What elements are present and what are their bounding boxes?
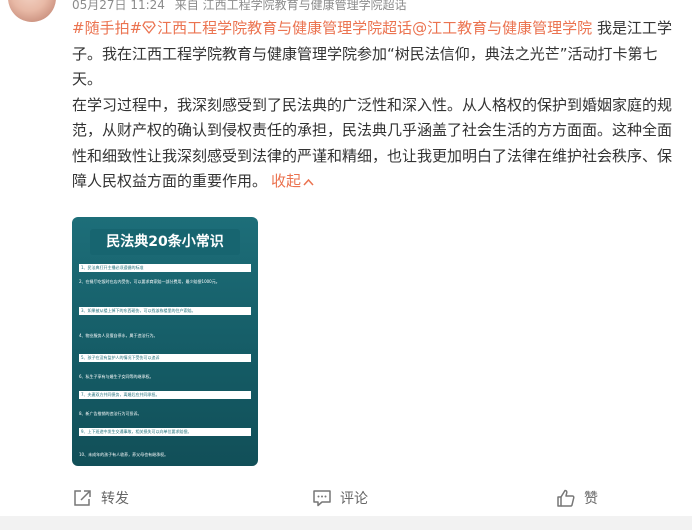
- image-title: 民法典20条小常识: [90, 229, 240, 255]
- comment-button[interactable]: 评论: [312, 488, 368, 508]
- repost-icon: [74, 490, 91, 506]
- comment-icon: [313, 490, 331, 507]
- post-text: #随手拍# 江西工程学院教育与健康管理学院超话@江工教育与健康管理学院 我是江工学…: [72, 16, 682, 195]
- like-label: 赞: [584, 491, 598, 507]
- chevron-up-icon: [303, 178, 314, 186]
- image-rule: 9、上下班途中发生交通事故，相关损失可以向单位要求赔偿。: [79, 428, 251, 436]
- post-paragraph-2: 在学习过程中，我深刻感受到了民法典的广泛性和深入性。从人格权的保护到婚姻家庭的规…: [72, 93, 682, 195]
- collapse-label: 收起: [271, 172, 302, 190]
- section-divider: [0, 516, 692, 530]
- post-text-2: 在学习过程中，我深刻感受到了民法典的广泛性和深入性。从人格权的保护到婚姻家庭的规…: [72, 95, 673, 191]
- image-rule: 6、私生子享有与婚生子女同等的继承权。: [79, 374, 154, 379]
- post-source[interactable]: 来自 江西工程学院教育与健康管理学院超话: [175, 0, 407, 12]
- image-rule: 5、孩子在没有监护人的情况下受伤可以追诉: [79, 354, 251, 362]
- post-paragraph-1: #随手拍# 江西工程学院教育与健康管理学院超话@江工教育与健康管理学院 我是江工学…: [72, 16, 682, 93]
- supertopic-link[interactable]: 江西工程学院教育与健康管理学院超话: [142, 19, 412, 37]
- mention-link[interactable]: @江工教育与健康管理学院: [412, 19, 592, 37]
- post-meta: 05月27日 11:24 来自 江西工程学院教育与健康管理学院超话: [72, 0, 413, 13]
- collapse-button[interactable]: 收起: [271, 172, 314, 190]
- comment-label: 评论: [340, 491, 368, 507]
- thumbs-up-icon: [557, 489, 575, 507]
- supertopic-diamond-icon: [142, 21, 156, 34]
- hashtag-link[interactable]: #随手拍#: [72, 19, 142, 37]
- avatar[interactable]: [8, 0, 56, 22]
- supertopic-label: 江西工程学院教育与健康管理学院超话: [157, 19, 413, 37]
- repost-button[interactable]: 转发: [73, 488, 129, 508]
- image-rule: 4、物业服务人员擅自停水，属于违法行为。: [79, 333, 158, 338]
- image-rule: 2、在餐厅吃饭时在店内受伤，可以要求商家赔一部分费用，最少赔偿1000元。: [79, 279, 220, 284]
- image-rule: 7、夫妻双方共同债务，离婚后应共同承担。: [79, 391, 251, 399]
- image-rule: 1、民法典打开主播必须遵循的标准: [79, 264, 251, 272]
- post-image[interactable]: 民法典20条小常识 1、民法典打开主播必须遵循的标准 2、在餐厅吃饭时在店内受伤…: [72, 217, 258, 466]
- like-button[interactable]: 赞: [556, 488, 598, 508]
- action-bar: 转发 评论 赞: [0, 484, 692, 514]
- image-rule: 3、如果被从楼上掉下的东西砸伤，可以找该栋楼里的住户索赔。: [79, 307, 251, 315]
- image-rule: 8、新广告推销的违法行为可投诉。: [79, 411, 142, 416]
- post-timestamp[interactable]: 05月27日 11:24: [72, 0, 165, 12]
- image-rule: 10、未成年的孩子有人收养，养父母也有继承权。: [79, 452, 169, 457]
- repost-label: 转发: [101, 491, 129, 507]
